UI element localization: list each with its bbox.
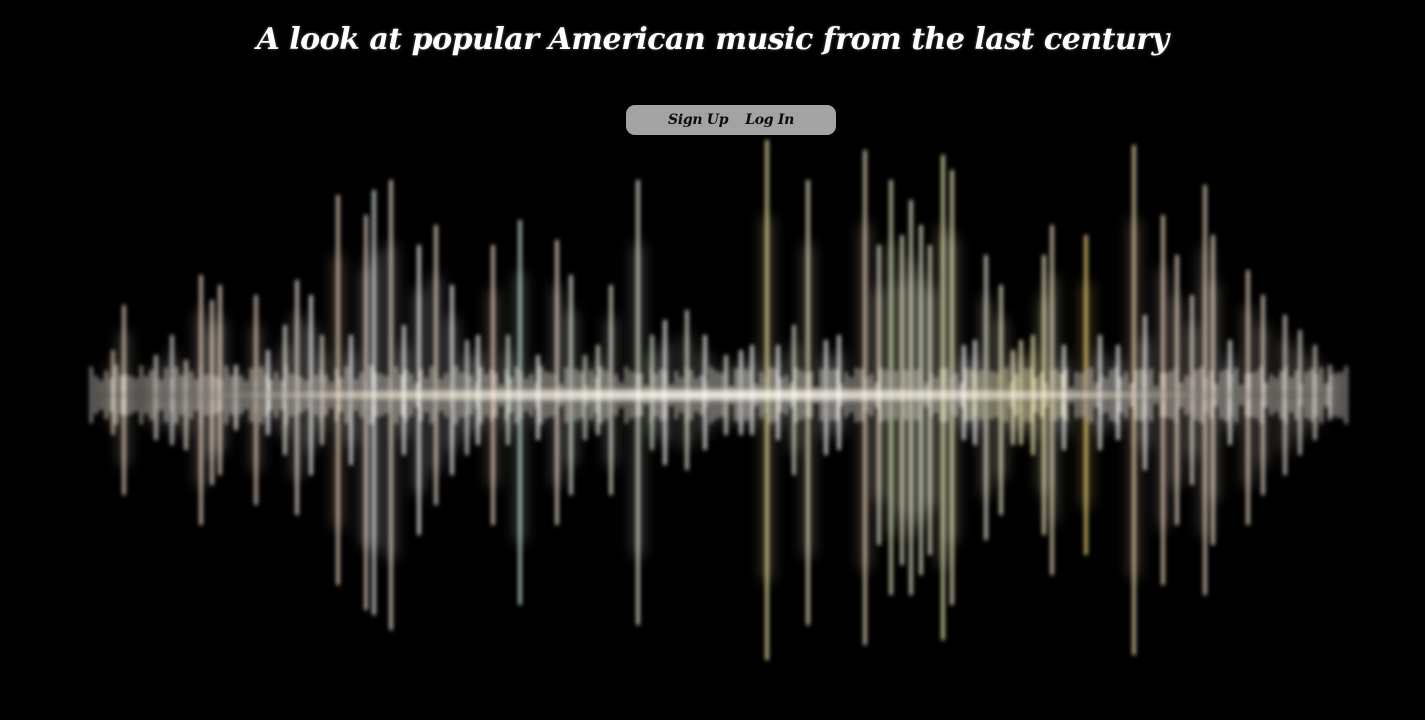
auth-nav: Sign Up Log In <box>626 105 836 135</box>
sound-waveform-graphic <box>0 130 1425 670</box>
sign-up-link[interactable]: Sign Up <box>668 112 728 128</box>
waveform-svg <box>72 140 1352 660</box>
waveform-spike <box>450 285 454 475</box>
waveform-spike <box>364 215 368 610</box>
log-in-link[interactable]: Log In <box>745 112 794 128</box>
waveform-spike <box>434 225 438 505</box>
landing-page: A look at popular American music from th… <box>0 0 1425 720</box>
page-title: A look at popular American music from th… <box>256 22 1170 57</box>
